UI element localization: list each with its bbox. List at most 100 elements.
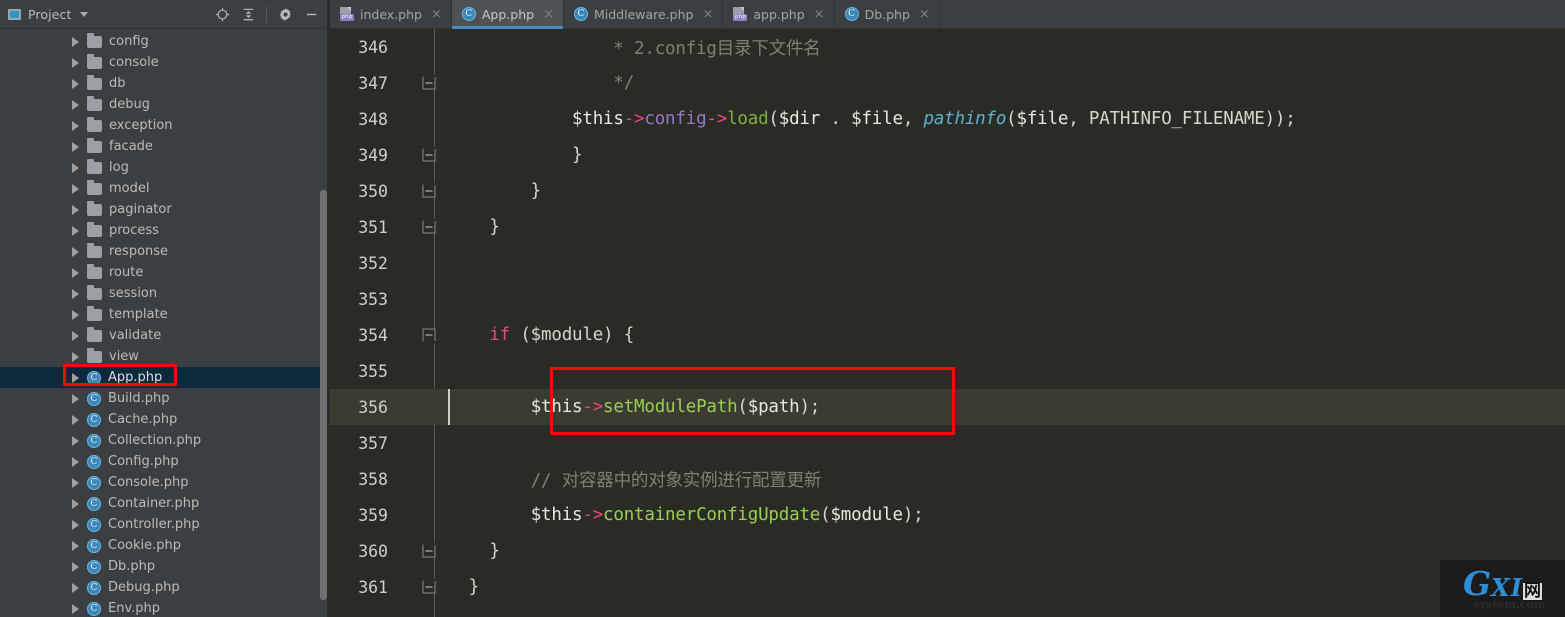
expand-arrow-icon[interactable] [72,603,79,614]
tree-item-controller-php[interactable]: C Controller.php [0,514,330,535]
code-line[interactable]: 349 } [330,137,1565,173]
expand-arrow-icon[interactable] [72,309,79,320]
watermark-letters-xi: XI [1491,572,1524,602]
tree-item-config-php[interactable]: C Config.php [0,451,330,472]
collapse-all-icon[interactable] [235,1,261,27]
expand-arrow-icon[interactable] [72,414,79,425]
code-line[interactable]: 358 // 对容器中的对象实例进行配置更新 [330,461,1565,497]
tree-item-db-php[interactable]: C Db.php [0,556,330,577]
expand-arrow-icon[interactable] [72,162,79,173]
tree-item-template[interactable]: template [0,304,330,325]
code-fold-icon[interactable] [422,220,436,234]
expand-arrow-icon[interactable] [72,246,79,257]
expand-arrow-icon[interactable] [72,435,79,446]
sidebar-scrollbar[interactable] [320,190,327,600]
code-line[interactable]: 351 } [330,209,1565,245]
tree-item-env-php[interactable]: C Env.php [0,598,330,617]
tree-item-app-php[interactable]: C App.php [0,367,330,388]
project-tree[interactable]: config console db debug exception facade log mo… [0,29,330,617]
close-icon[interactable]: × [543,8,554,21]
expand-arrow-icon[interactable] [72,561,79,572]
code-lines[interactable]: 346 * 2.config目录下文件名 347 */348 $this->con… [330,29,1565,605]
code-line[interactable]: 352 [330,245,1565,281]
tree-item-console-php[interactable]: C Console.php [0,472,330,493]
gear-icon[interactable] [272,1,298,27]
tree-item-facade[interactable]: facade [0,136,330,157]
code-line[interactable]: 348 $this->config->load($dir . $file, pa… [330,101,1565,137]
tree-item-cookie-php[interactable]: C Cookie.php [0,535,330,556]
tree-item-build-php[interactable]: C Build.php [0,388,330,409]
code-line[interactable]: 356 $this->setModulePath($path); [330,389,1565,425]
code-line[interactable]: 360 } [330,533,1565,569]
expand-arrow-icon[interactable] [72,498,79,509]
code-line[interactable]: 353 [330,281,1565,317]
code-line[interactable]: 347 */ [330,65,1565,101]
expand-arrow-icon[interactable] [72,519,79,530]
tree-item-model[interactable]: model [0,178,330,199]
editor-tab-app-php[interactable]: C App.php × [451,0,564,29]
tree-item-paginator[interactable]: paginator [0,199,330,220]
code-line[interactable]: 361 } [330,569,1565,605]
expand-arrow-icon[interactable] [72,477,79,488]
expand-arrow-icon[interactable] [72,267,79,278]
code-line[interactable]: 359 $this->containerConfigUpdate($module… [330,497,1565,533]
tree-item-route[interactable]: route [0,262,330,283]
expand-arrow-icon[interactable] [72,57,79,68]
tree-item-container-php[interactable]: C Container.php [0,493,330,514]
close-icon[interactable]: × [814,8,825,21]
code-line[interactable]: 355 [330,353,1565,389]
tree-item-config[interactable]: config [0,31,330,52]
close-icon[interactable]: × [702,8,713,21]
close-icon[interactable]: × [919,8,930,21]
code-line[interactable]: 350 } [330,173,1565,209]
expand-arrow-icon[interactable] [72,225,79,236]
expand-arrow-icon[interactable] [72,330,79,341]
chevron-down-icon[interactable] [80,11,89,17]
expand-arrow-icon[interactable] [72,36,79,47]
expand-arrow-icon[interactable] [72,99,79,110]
minimize-icon[interactable] [298,1,324,27]
close-icon[interactable]: × [431,8,442,21]
tree-item-collection-php[interactable]: C Collection.php [0,430,330,451]
expand-arrow-icon[interactable] [72,204,79,215]
expand-arrow-icon[interactable] [72,141,79,152]
code-line[interactable]: 357 [330,425,1565,461]
tree-item-validate[interactable]: validate [0,325,330,346]
code-editor[interactable]: 346 * 2.config目录下文件名 347 */348 $this->con… [330,29,1565,617]
code-fold-icon[interactable] [422,184,436,198]
expand-arrow-icon[interactable] [72,540,79,551]
editor-tab-db-php[interactable]: C Db.php × [835,0,940,28]
expand-arrow-icon[interactable] [72,120,79,131]
tree-item-db[interactable]: db [0,73,330,94]
expand-arrow-icon[interactable] [72,288,79,299]
editor-tab-middleware-php[interactable]: C Middleware.php × [564,0,724,28]
editor-tab-index-php[interactable]: php index.php × [330,0,452,28]
tree-item-exception[interactable]: exception [0,115,330,136]
code-fold-icon[interactable] [422,580,436,594]
tree-item-log[interactable]: log [0,157,330,178]
code-fold-icon[interactable] [422,544,436,558]
code-fold-icon[interactable] [422,76,436,90]
tree-item-cache-php[interactable]: C Cache.php [0,409,330,430]
tree-item-process[interactable]: process [0,220,330,241]
expand-arrow-icon[interactable] [72,393,79,404]
code-line[interactable]: 346 * 2.config目录下文件名 [330,29,1565,65]
tree-item-debug-php[interactable]: C Debug.php [0,577,330,598]
expand-arrow-icon[interactable] [72,582,79,593]
tree-item-console[interactable]: console [0,52,330,73]
code-fold-icon[interactable] [422,148,436,162]
code-text: * 2.config目录下文件名 [613,38,821,59]
tree-item-view[interactable]: view [0,346,330,367]
expand-arrow-icon[interactable] [72,351,79,362]
code-fold-icon[interactable] [422,328,436,342]
tree-item-session[interactable]: session [0,283,330,304]
expand-arrow-icon[interactable] [72,78,79,89]
expand-arrow-icon[interactable] [72,456,79,467]
editor-tab-app-php[interactable]: php app.php × [723,0,835,28]
expand-arrow-icon[interactable] [72,372,79,383]
tree-item-debug[interactable]: debug [0,94,330,115]
expand-arrow-icon[interactable] [72,183,79,194]
locate-target-icon[interactable] [209,1,235,27]
tree-item-response[interactable]: response [0,241,330,262]
code-line[interactable]: 354 if ($module) { [330,317,1565,353]
